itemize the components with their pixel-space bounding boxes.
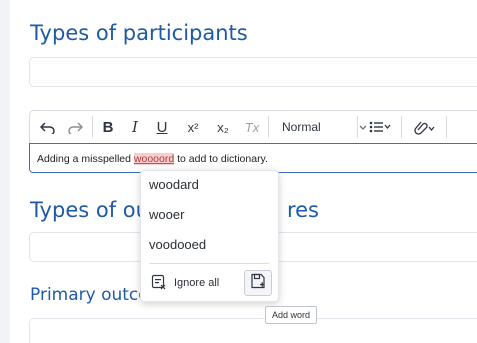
toolbar-divider <box>357 116 358 138</box>
underline-button[interactable]: U <box>154 117 170 137</box>
editor-content: Adding a misspelled woooord to add to di… <box>37 153 268 165</box>
add-word-icon <box>250 273 266 294</box>
heading-primary-outcomes: Primary outco <box>30 285 149 305</box>
primary-outcomes-field[interactable] <box>29 318 477 343</box>
menu-divider <box>149 263 269 264</box>
bold-button[interactable]: B <box>100 117 116 137</box>
suggestion-item[interactable]: wooer <box>149 207 184 222</box>
toolbar-divider <box>92 116 93 138</box>
ignore-all-button[interactable]: Ignore all <box>151 274 219 292</box>
add-word-tooltip: Add word <box>265 306 318 324</box>
participants-field[interactable] <box>29 57 477 87</box>
link-dropdown[interactable] <box>407 117 441 137</box>
link-icon <box>412 119 436 135</box>
toolbar-divider <box>446 116 447 138</box>
toolbar-divider <box>268 116 269 138</box>
clear-format-button[interactable]: Tx <box>242 117 262 137</box>
add-word-button[interactable] <box>244 270 272 296</box>
toolbar-divider <box>401 116 402 138</box>
spellcheck-menu: woodard wooer voodooed Ignore all <box>140 170 279 302</box>
subscript-button[interactable]: x₂ <box>212 117 234 137</box>
editor-toolbar: B I U x² x₂ Tx Normal <box>29 110 477 143</box>
ignore-all-label: Ignore all <box>174 277 220 289</box>
heading-types-of-outcome-tail: res <box>286 198 319 222</box>
ignore-all-icon <box>151 274 167 293</box>
suggestion-item[interactable]: voodooed <box>149 237 206 252</box>
editor-text-after: to add to dictionary. <box>174 153 268 165</box>
page: Types of participants B I U x² x₂ Tx Nor… <box>0 0 477 343</box>
suggestion-item[interactable]: woodard <box>149 177 199 192</box>
list-icon <box>369 120 391 134</box>
heading-types-of-participants: Types of participants <box>30 21 248 45</box>
list-dropdown[interactable] <box>363 117 397 137</box>
misspelled-word[interactable]: woooord <box>133 153 175 165</box>
rich-text-editor: B I U x² x₂ Tx Normal Adding a misspelle… <box>29 110 477 173</box>
left-rail <box>0 0 10 343</box>
redo-icon[interactable] <box>66 117 84 137</box>
editor-textarea[interactable]: Adding a misspelled woooord to add to di… <box>29 143 477 173</box>
undo-icon[interactable] <box>39 117 57 137</box>
italic-button[interactable]: I <box>128 117 142 137</box>
heading-types-of-outcome-text: Types of ou <box>30 198 149 222</box>
superscript-button[interactable]: x² <box>182 117 204 137</box>
format-select-value: Normal <box>282 120 321 134</box>
editor-text-before: Adding a misspelled <box>37 153 134 165</box>
